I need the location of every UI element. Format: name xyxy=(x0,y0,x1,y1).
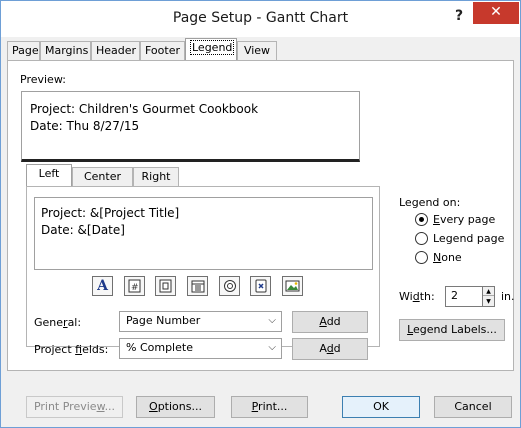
insert-file-name-button[interactable] xyxy=(250,276,271,296)
chevron-down-icon: ⌵ xyxy=(268,342,276,353)
ok-button[interactable]: OK xyxy=(342,396,420,418)
preview-label: Preview: xyxy=(20,73,66,86)
format-text-icon: A xyxy=(97,278,108,294)
tab-footer[interactable]: Footer xyxy=(140,41,185,61)
cancel-button[interactable]: Cancel xyxy=(434,396,512,418)
general-label: General: xyxy=(34,316,82,329)
insert-date-button[interactable] xyxy=(187,276,208,296)
insert-picture-button[interactable] xyxy=(282,276,303,296)
radio-button[interactable] xyxy=(415,251,428,264)
print-button[interactable]: Print... xyxy=(231,396,308,418)
tab-view[interactable]: View xyxy=(237,41,277,61)
radio-legend-page-label: Legend page xyxy=(433,232,505,245)
preview-box: Project: Children's Gourmet Cookbook Dat… xyxy=(21,91,360,162)
insert-file-name-icon xyxy=(255,279,266,293)
radio-none-label: None xyxy=(433,251,462,264)
legend-text-line: Project: &[Project Title] xyxy=(41,206,180,220)
insert-picture-icon xyxy=(285,280,300,292)
insert-total-pages-icon xyxy=(159,279,172,293)
width-spinner[interactable]: ▲ ▼ xyxy=(482,286,495,307)
project-fields-select-value: % Complete xyxy=(126,341,193,354)
width-unit: in. xyxy=(501,290,515,303)
insert-page-number-icon: # xyxy=(128,279,141,293)
radio-button[interactable] xyxy=(415,232,428,245)
tab-center[interactable]: Center xyxy=(72,167,133,186)
tab-legend-label: Legend xyxy=(190,40,235,55)
radio-button-checked[interactable] xyxy=(415,213,428,226)
legend-labels-button[interactable]: Legend Labels... xyxy=(399,319,505,341)
preview-line: Date: Thu 8/27/15 xyxy=(30,119,140,133)
width-input[interactable]: 2 xyxy=(445,286,483,307)
tab-margins[interactable]: Margins xyxy=(40,41,91,61)
chevron-down-icon: ⌵ xyxy=(268,315,276,326)
help-button[interactable]: ? xyxy=(447,5,471,29)
general-select-value: Page Number xyxy=(126,314,201,327)
project-fields-label: Project fields: xyxy=(34,343,109,356)
tab-header[interactable]: Header xyxy=(91,41,140,61)
legend-text-line: Date: &[Date] xyxy=(41,223,125,237)
project-fields-add-button[interactable]: Add xyxy=(292,338,368,360)
legend-on-label: Legend on: xyxy=(399,196,461,209)
general-add-button[interactable]: Add xyxy=(292,311,368,333)
project-fields-select[interactable]: % Complete ⌵ xyxy=(119,338,282,359)
legend-text-area[interactable]: Project: &[Project Title] Date: &[Date] xyxy=(34,197,373,270)
dialog-title: Page Setup - Gantt Chart xyxy=(172,10,349,26)
close-button[interactable]: ✕ xyxy=(473,2,519,24)
radio-every-page-label: Every page xyxy=(433,213,496,226)
spin-up-icon[interactable]: ▲ xyxy=(483,287,494,296)
width-label: Width: xyxy=(399,290,435,303)
insert-date-icon xyxy=(191,280,204,293)
title-bar: Page Setup - Gantt Chart ? ✕ xyxy=(1,1,520,37)
insert-time-icon xyxy=(223,280,236,292)
insert-time-button[interactable] xyxy=(219,276,240,296)
tab-page[interactable]: Page xyxy=(7,41,40,61)
print-preview-button[interactable]: Print Preview... xyxy=(26,396,123,418)
format-text-button[interactable]: A xyxy=(92,276,113,296)
tab-left[interactable]: Left xyxy=(26,164,72,187)
insert-total-pages-button[interactable] xyxy=(155,276,176,296)
svg-text:#: # xyxy=(131,283,139,293)
tab-legend[interactable]: Legend xyxy=(185,38,237,61)
spin-down-icon[interactable]: ▼ xyxy=(483,297,494,306)
page-setup-dialog: Page Setup - Gantt Chart ? ✕ Page Margin… xyxy=(0,0,521,428)
general-select[interactable]: Page Number ⌵ xyxy=(119,311,282,332)
insert-page-number-button[interactable]: # xyxy=(124,276,145,296)
options-button[interactable]: Options... xyxy=(136,396,215,418)
tab-right[interactable]: Right xyxy=(133,167,179,186)
preview-line: Project: Children's Gourmet Cookbook xyxy=(30,102,259,116)
